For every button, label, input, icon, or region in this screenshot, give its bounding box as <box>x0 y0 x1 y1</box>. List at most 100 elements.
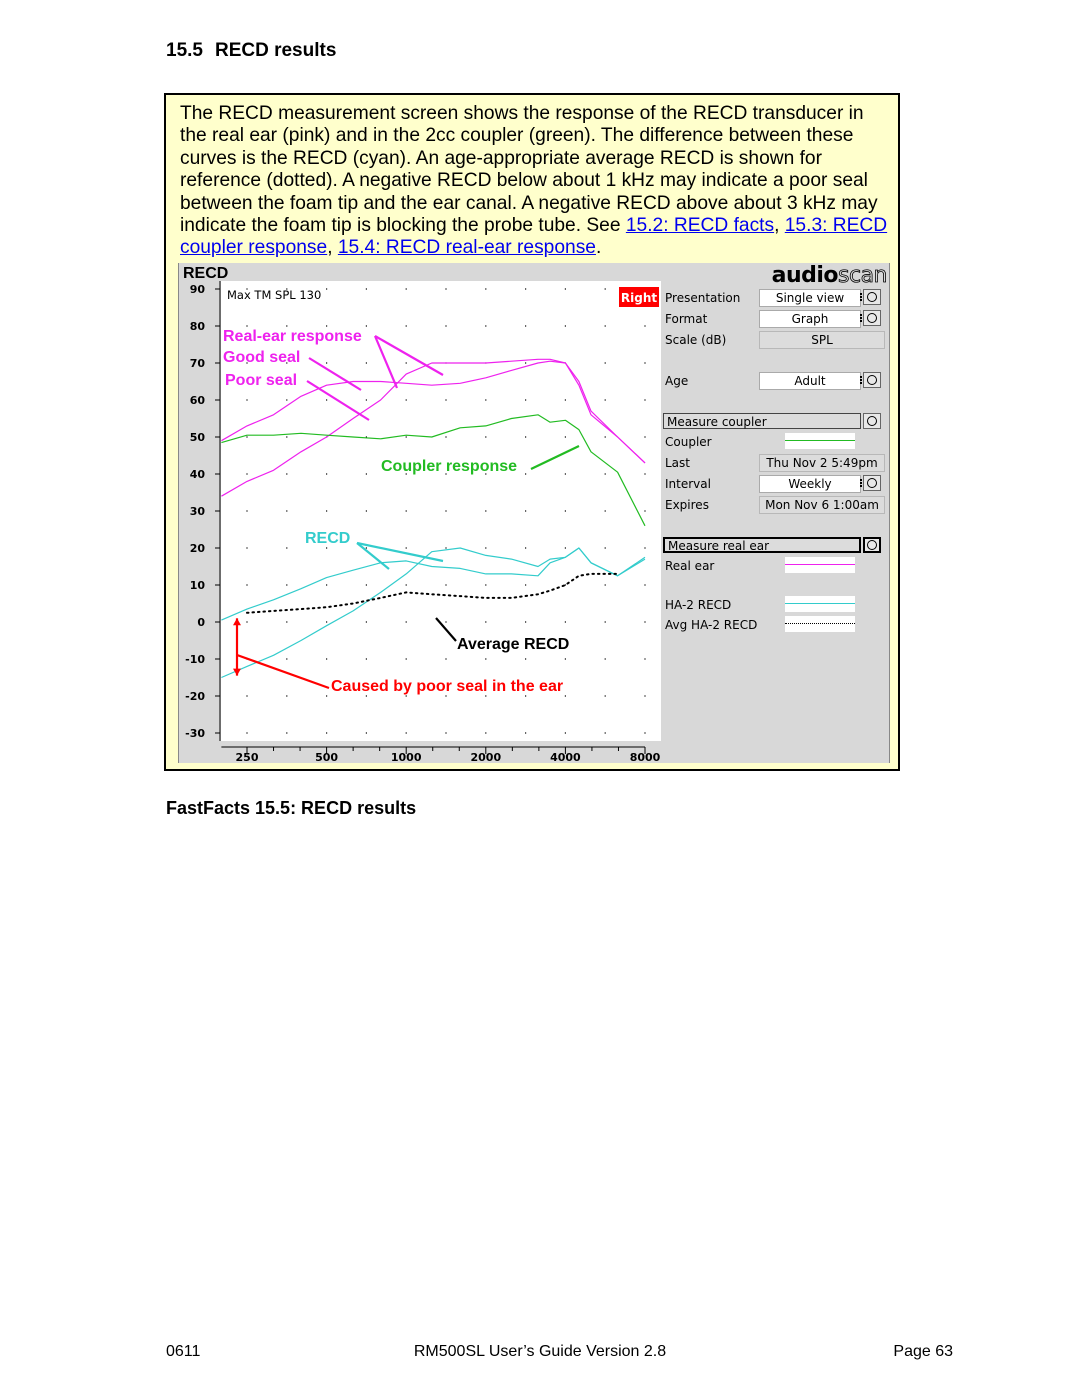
measure-coupler-button[interactable]: Measure coupler <box>663 413 861 429</box>
grid-dot <box>604 695 606 697</box>
y-tick-label: 30 <box>190 505 206 518</box>
logo-audio: audio <box>771 263 839 288</box>
grid-dot <box>365 658 367 660</box>
measure-real-ear-row: Measure real ear <box>663 537 887 555</box>
grid-dot <box>286 510 288 512</box>
grid-dot <box>405 584 407 586</box>
grid-dot <box>525 695 527 697</box>
grid-dot <box>286 436 288 438</box>
real-ear-legend-swatch <box>785 557 855 573</box>
age-select[interactable]: Adult <box>759 372 861 390</box>
grid-dot <box>604 288 606 290</box>
scale-label: Scale (dB) <box>665 333 727 347</box>
grid-dot <box>405 399 407 401</box>
grid-dot <box>485 732 487 734</box>
interval-select[interactable]: Weekly <box>759 475 861 493</box>
grid-dot <box>405 621 407 623</box>
link-recd-real-ear-response[interactable]: 15.4: RECD real-ear response <box>338 237 596 258</box>
presentation-select[interactable]: Single view <box>759 289 861 307</box>
grid-dot <box>326 695 328 697</box>
grid-dot <box>445 325 447 327</box>
grid-dot <box>405 362 407 364</box>
grid-dot <box>525 288 527 290</box>
expires-value: Mon Nov 6 1:00am <box>759 496 885 514</box>
max-tm-spl-label: Max TM SPL 130 <box>227 288 321 302</box>
grid-dot <box>644 362 646 364</box>
grid-dot <box>485 621 487 623</box>
grid-dot <box>326 584 328 586</box>
footer-right: Page 63 <box>893 1343 953 1360</box>
grid-dot <box>365 362 367 364</box>
grid-dot <box>405 658 407 660</box>
grid-dot <box>604 547 606 549</box>
grid-dot <box>445 658 447 660</box>
interval-knob[interactable] <box>860 475 881 491</box>
y-tick-label: 20 <box>190 542 206 555</box>
grid-dot <box>246 547 248 549</box>
avg-ha2-recd-legend-swatch <box>785 616 855 632</box>
last-label: Last <box>665 456 690 470</box>
format-select[interactable]: Graph <box>759 310 861 328</box>
grid-dot <box>485 436 487 438</box>
grid-dot <box>365 547 367 549</box>
grid-dot <box>604 621 606 623</box>
grid-dot <box>405 695 407 697</box>
grid-dot <box>286 473 288 475</box>
grid-dot <box>286 732 288 734</box>
audioscan-logo: audioscan <box>771 263 888 289</box>
grid-dot <box>286 658 288 660</box>
grid-dot <box>525 621 527 623</box>
measure-real-ear-knob[interactable] <box>863 537 881 553</box>
y-tick-label: 90 <box>190 283 206 296</box>
grid-dot <box>365 621 367 623</box>
grid-dot <box>525 436 527 438</box>
coupler-row: Coupler <box>663 433 887 451</box>
grid-dot <box>326 473 328 475</box>
coupler-legend-swatch <box>785 433 855 449</box>
link-recd-facts[interactable]: 15.2: RECD facts <box>626 215 774 236</box>
grid-dot <box>485 325 487 327</box>
separator: , <box>774 215 785 237</box>
grid-dot <box>644 621 646 623</box>
knob-icon <box>867 375 877 385</box>
grid-dot <box>326 732 328 734</box>
grid-dot <box>644 436 646 438</box>
period: . <box>595 237 602 259</box>
grid-dot <box>525 399 527 401</box>
grid-dot <box>246 621 248 623</box>
x-tick-label: 500 <box>315 751 338 763</box>
ha2-recd-row: HA-2 RECD <box>663 596 887 614</box>
grid-dot <box>485 695 487 697</box>
measure-coupler-row: Measure coupler <box>663 413 887 431</box>
y-tick-label: -20 <box>185 690 205 703</box>
presentation-row: Presentation Single view <box>663 289 887 307</box>
grid-dot <box>525 362 527 364</box>
section-heading: 15.5 RECD results <box>166 40 336 62</box>
section-number: 15.5 <box>166 40 203 61</box>
grid-dot <box>326 288 328 290</box>
ha2-recd-legend-swatch <box>785 596 855 612</box>
measure-real-ear-button[interactable]: Measure real ear <box>663 537 861 553</box>
age-knob[interactable] <box>860 372 881 388</box>
last-row: Last Thu Nov 2 5:49pm <box>663 454 887 472</box>
grid-dot <box>564 510 566 512</box>
grid-dot <box>564 325 566 327</box>
separator: , <box>327 237 338 259</box>
grid-dot <box>326 325 328 327</box>
knob-icon <box>867 478 877 488</box>
grid-dot <box>326 621 328 623</box>
poor-seal-cause-annotation: Caused by poor seal in the ear <box>331 678 563 695</box>
grid-dot <box>485 399 487 401</box>
grid-dot <box>564 399 566 401</box>
measure-coupler-knob[interactable] <box>863 413 881 429</box>
presentation-label: Presentation <box>665 291 741 305</box>
grid-dot <box>405 325 407 327</box>
expires-label: Expires <box>665 498 709 512</box>
figure-caption: FastFacts 15.5: RECD results <box>166 798 417 818</box>
grid-dot <box>564 658 566 660</box>
format-knob[interactable] <box>860 310 881 326</box>
y-tick-label: 0 <box>197 616 205 629</box>
x-tick-label: 4000 <box>550 751 581 763</box>
grid-dot <box>525 547 527 549</box>
presentation-knob[interactable] <box>860 289 881 305</box>
